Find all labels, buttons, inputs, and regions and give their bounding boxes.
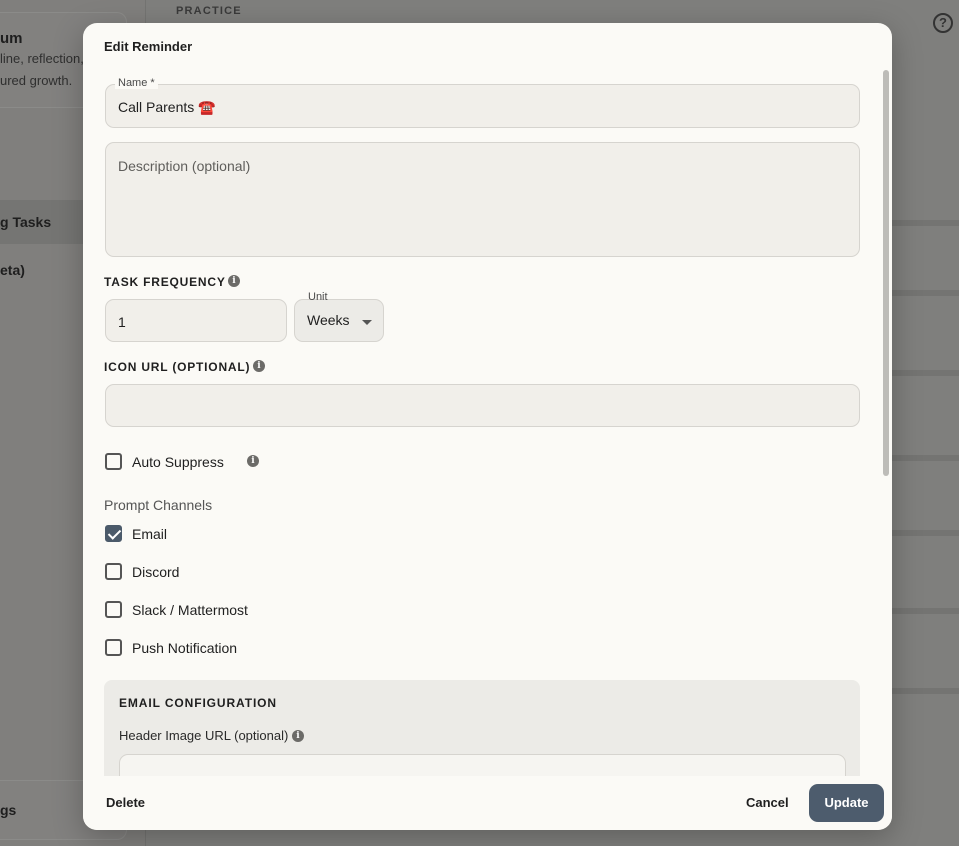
task-frequency-info-icon[interactable]: i	[228, 275, 240, 287]
auto-suppress-checkbox[interactable]	[105, 453, 122, 470]
background-row-divider	[892, 290, 959, 296]
slack-channel-checkbox[interactable]	[105, 601, 122, 618]
dialog-footer: Delete Cancel Update	[83, 776, 892, 830]
background-row-divider	[892, 370, 959, 376]
update-button[interactable]: Update	[809, 784, 884, 822]
background-nav-item: eta)	[0, 262, 25, 278]
email-channel-checkbox[interactable]	[105, 525, 122, 542]
frequency-value: 1	[118, 314, 126, 330]
background-card-line: ured growth.	[0, 73, 73, 88]
push-channel-label: Push Notification	[132, 640, 238, 656]
background-card-line: line, reflection,	[0, 51, 84, 66]
email-configuration-panel: EMAIL CONFIGURATION Header Image URL (op…	[104, 680, 860, 776]
background-header-label: PRACTICE	[176, 5, 242, 17]
email-configuration-title: EMAIL CONFIGURATION	[119, 696, 277, 710]
slack-channel-label: Slack / Mattermost	[132, 602, 248, 618]
header-image-info-icon[interactable]: i	[292, 730, 304, 742]
icon-url-info-icon[interactable]: i	[253, 360, 265, 372]
description-placeholder: Description (optional)	[118, 158, 251, 174]
name-value: Call Parents ☎️	[118, 99, 216, 115]
prompt-channels-label: Prompt Channels	[104, 497, 213, 513]
icon-url-input[interactable]	[105, 384, 860, 427]
email-channel-label: Email	[132, 526, 168, 542]
delete-button[interactable]: Delete	[106, 795, 145, 810]
edit-reminder-dialog: Edit Reminder Name * Call Parents ☎️ Des…	[83, 23, 892, 830]
dialog-scrollbar[interactable]	[883, 70, 889, 476]
frequency-input[interactable]: 1	[105, 299, 287, 342]
discord-channel-label: Discord	[132, 564, 180, 580]
help-icon: ?	[933, 13, 953, 33]
header-image-label: Header Image URL (optional)	[119, 728, 289, 743]
background-bottom-item: gs	[0, 802, 17, 818]
name-input[interactable]: Name * Call Parents ☎️	[105, 77, 860, 128]
background-row-divider	[892, 688, 959, 694]
push-channel-checkbox[interactable]	[105, 639, 122, 656]
cancel-button[interactable]: Cancel	[746, 795, 789, 810]
dialog-title: Edit Reminder	[104, 39, 193, 54]
name-label: Name *	[115, 77, 158, 89]
discord-channel-checkbox[interactable]	[105, 563, 122, 580]
unit-label: Unit	[308, 291, 328, 303]
chevron-down-icon	[362, 320, 372, 325]
unit-value: Weeks	[307, 312, 350, 328]
auto-suppress-info-icon[interactable]: i	[247, 455, 259, 467]
dialog-scroll-area[interactable]: Name * Call Parents ☎️ Description (opti…	[83, 69, 892, 776]
header-image-input[interactable]	[119, 754, 846, 776]
background-row-divider	[892, 455, 959, 461]
icon-url-label: ICON URL (OPTIONAL)	[104, 360, 251, 374]
task-frequency-label: TASK FREQUENCY	[104, 275, 226, 289]
background-row-divider	[892, 220, 959, 226]
unit-select[interactable]: Unit Weeks	[294, 291, 384, 342]
background-card-title: um	[0, 30, 23, 47]
background-nav-item: g Tasks	[0, 214, 52, 230]
background-row-divider	[892, 530, 959, 536]
description-textarea[interactable]: Description (optional)	[105, 142, 860, 257]
auto-suppress-label: Auto Suppress	[132, 454, 224, 470]
background-row-divider	[892, 608, 959, 614]
